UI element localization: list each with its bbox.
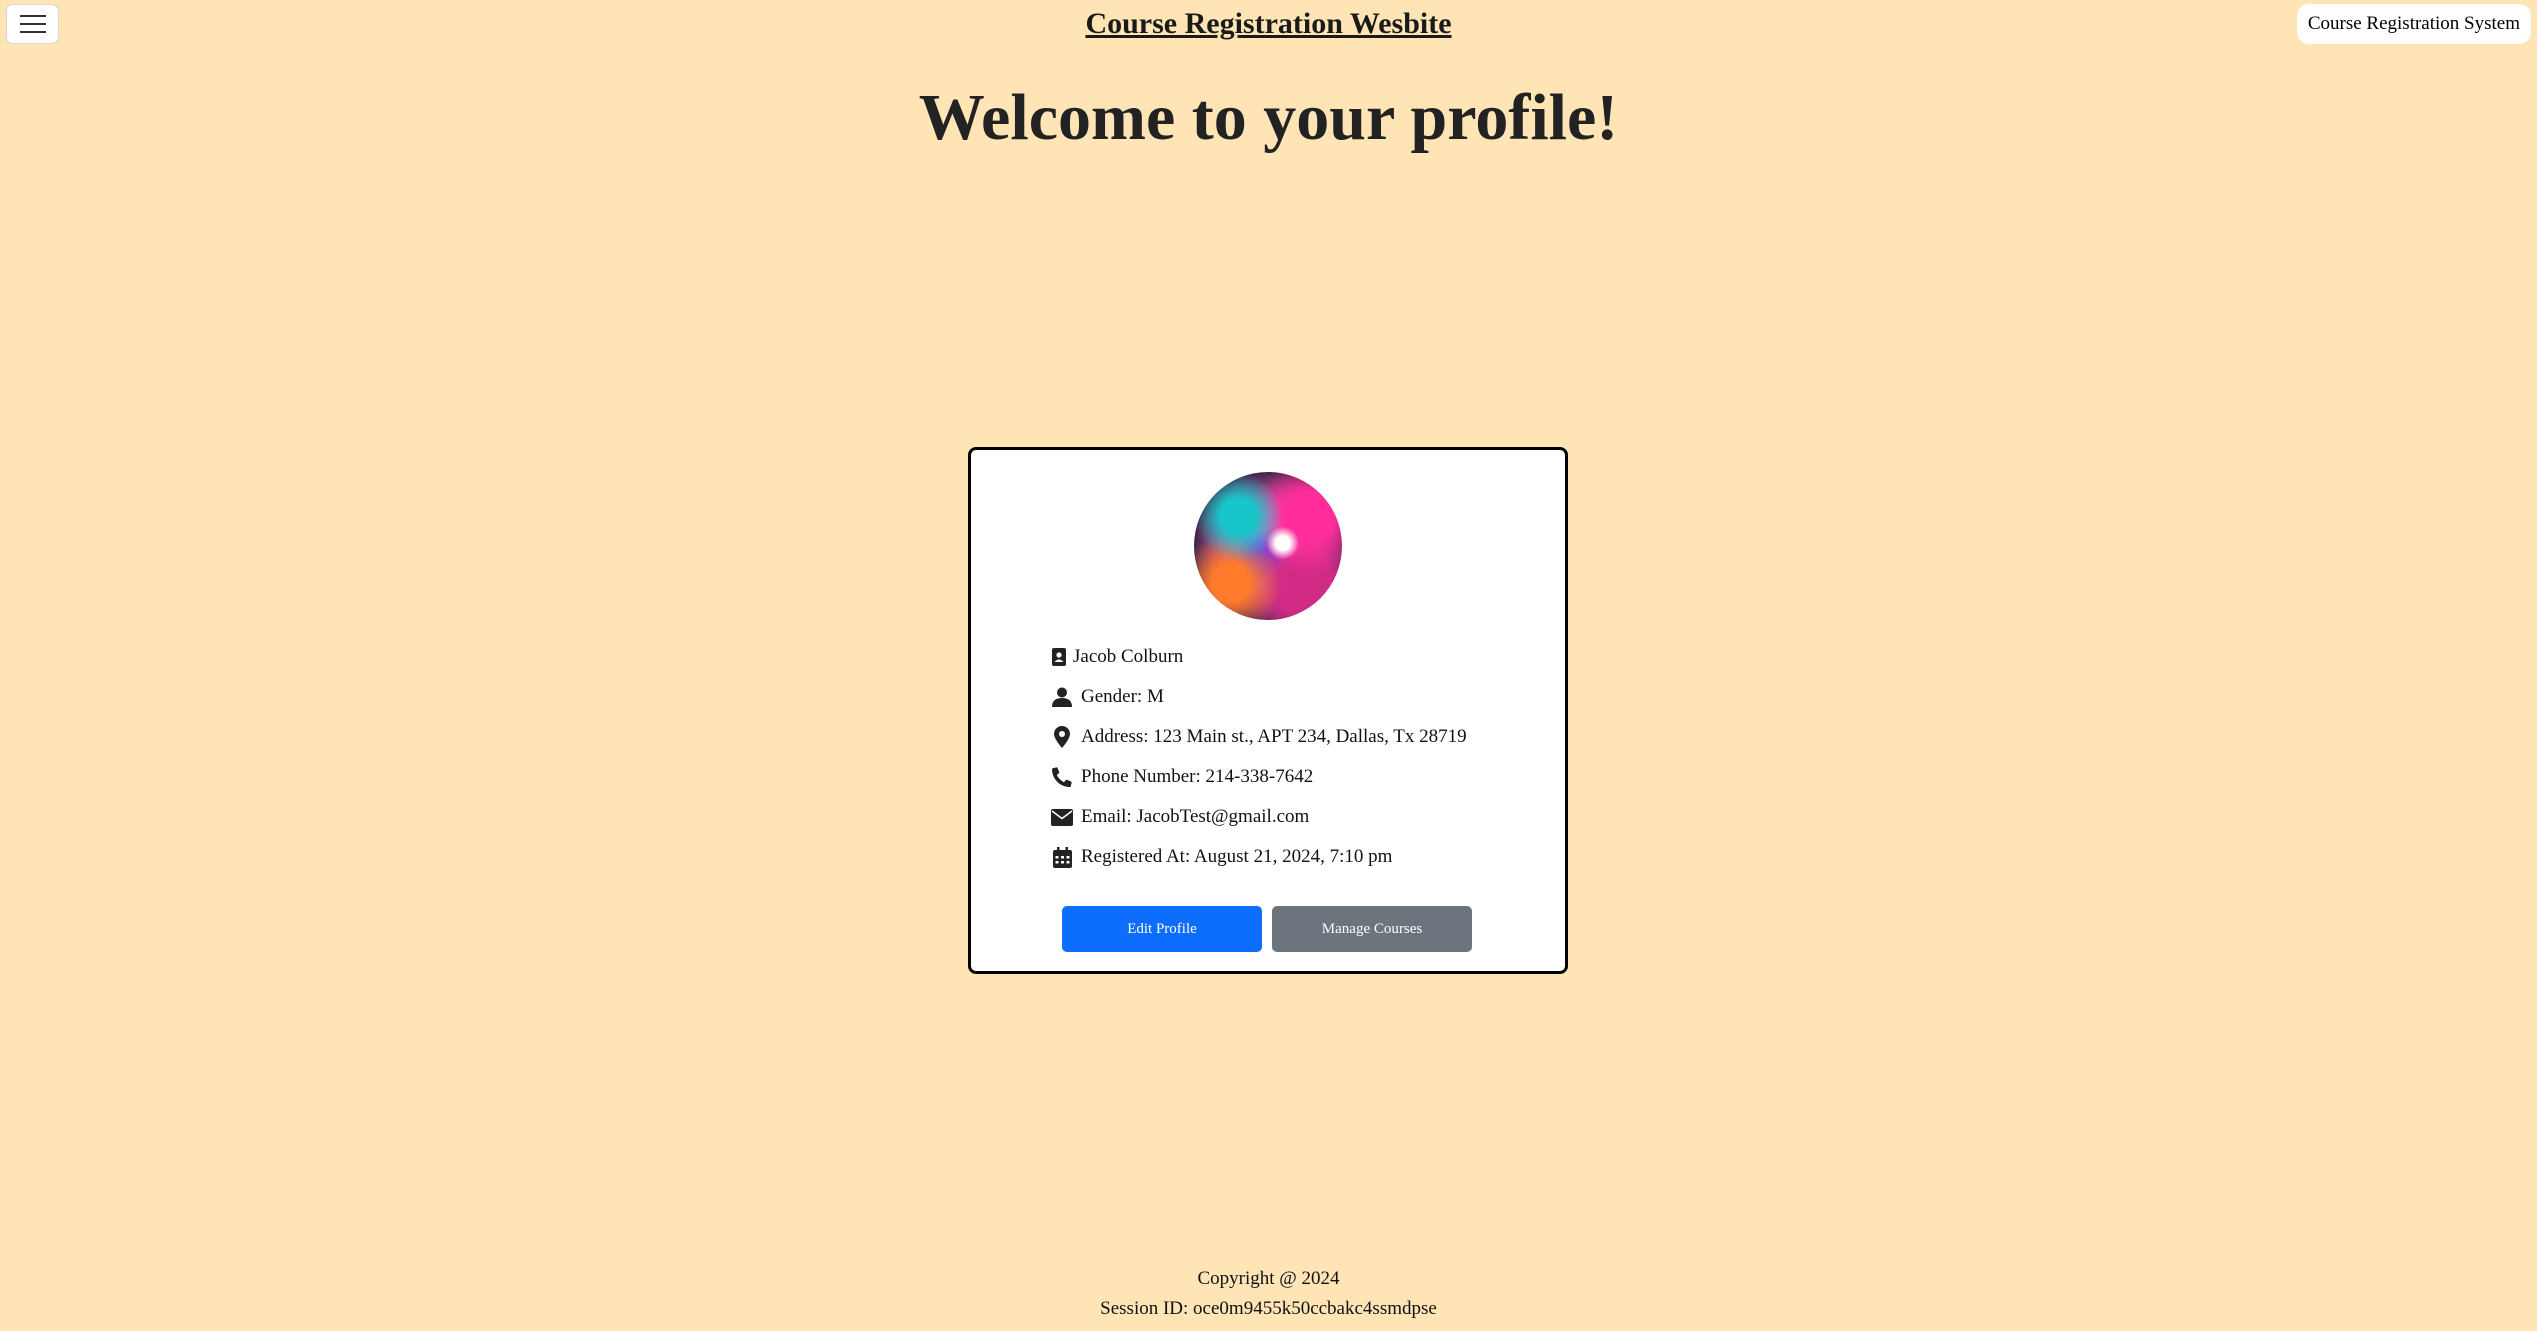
- address-text: Address: 123 Main st., APT 234, Dallas, …: [1081, 726, 1467, 747]
- brand-link[interactable]: Course Registration System: [2296, 4, 2531, 44]
- map-pin-icon: [1051, 726, 1073, 748]
- email-text: Email: JacobTest@gmail.com: [1081, 806, 1310, 827]
- copyright-text: Copyright @ 2024: [1197, 1268, 1340, 1289]
- id-card-icon: [1051, 646, 1067, 668]
- manage-courses-button[interactable]: Manage Courses: [1272, 906, 1472, 952]
- page-title: Welcome to your profile!: [918, 81, 1619, 154]
- profile-details: Jacob Colburn Gender: M Address: 123 Mai…: [1051, 637, 1551, 877]
- profile-card: Jacob Colburn Gender: M Address: 123 Mai…: [968, 447, 1568, 974]
- avatar: [1194, 472, 1342, 620]
- user-icon: [1051, 686, 1073, 708]
- phone-text: Phone Number: 214-338-7642: [1081, 766, 1314, 787]
- site-title[interactable]: Course Registration Wesbite: [0, 4, 2537, 44]
- phone-icon: [1051, 766, 1073, 788]
- gender-row: Gender: M: [1051, 677, 1551, 717]
- profile-actions: Edit Profile Manage Courses: [1062, 906, 1472, 952]
- footer: Copyright @ 2024 Session ID: oce0m9455k5…: [0, 1264, 2537, 1324]
- session-id-text: Session ID: oce0m9455k50ccbakc4ssmdpse: [1100, 1298, 1437, 1319]
- email-row: Email: JacobTest@gmail.com: [1051, 797, 1551, 837]
- gender-text: Gender: M: [1081, 686, 1164, 707]
- page: Course Registration Wesbite Course Regis…: [0, 0, 2537, 1331]
- edit-profile-button[interactable]: Edit Profile: [1062, 906, 1262, 952]
- profile-name: Jacob Colburn: [1073, 646, 1184, 667]
- address-row: Address: 123 Main st., APT 234, Dallas, …: [1051, 717, 1551, 757]
- envelope-icon: [1051, 806, 1073, 828]
- profile-name-row: Jacob Colburn: [1051, 637, 1551, 677]
- phone-row: Phone Number: 214-338-7642: [1051, 757, 1551, 797]
- registered-text: Registered At: August 21, 2024, 7:10 pm: [1081, 846, 1393, 867]
- calendar-icon: [1051, 846, 1073, 868]
- registered-row: Registered At: August 21, 2024, 7:10 pm: [1051, 837, 1551, 877]
